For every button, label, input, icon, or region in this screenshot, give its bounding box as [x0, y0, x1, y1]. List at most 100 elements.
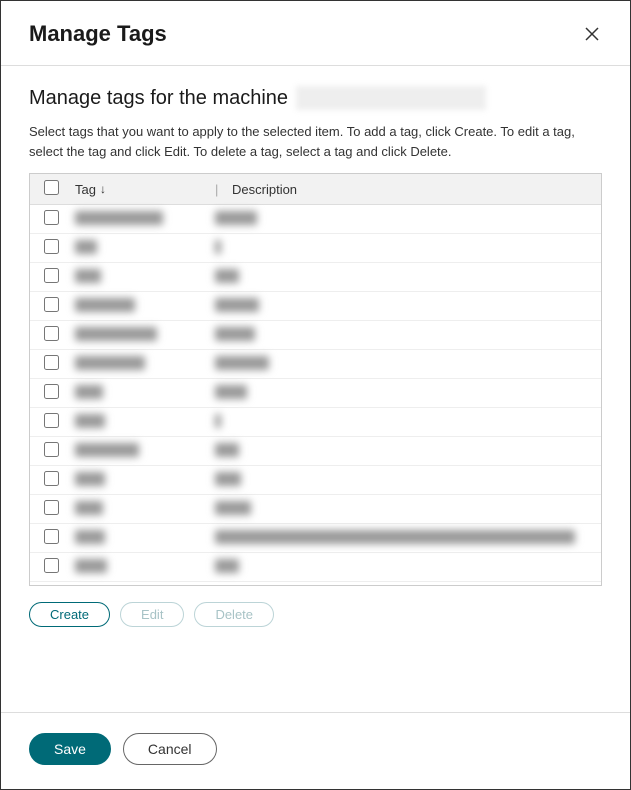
description-value: [215, 530, 575, 544]
table-row[interactable]: [30, 524, 601, 553]
table-row[interactable]: [30, 234, 601, 263]
description-cell: [207, 292, 601, 321]
tag-cell: [67, 205, 207, 234]
table-row[interactable]: [30, 350, 601, 379]
row-checkbox-cell: [30, 524, 67, 553]
tag-value: [75, 501, 103, 515]
table-row[interactable]: [30, 205, 601, 234]
description-cell: [207, 350, 601, 379]
tag-cell: [67, 553, 207, 582]
tag-value: [75, 327, 157, 341]
edit-button[interactable]: Edit: [120, 602, 184, 627]
description-value: [215, 327, 255, 341]
description-cell: [207, 263, 601, 292]
close-icon: [584, 26, 600, 42]
row-checkbox-cell: [30, 263, 67, 292]
dialog-body: Manage tags for the machine Select tags …: [1, 66, 630, 688]
tag-header-label: Tag: [75, 182, 96, 197]
table-row[interactable]: [30, 408, 601, 437]
close-button[interactable]: [582, 24, 602, 44]
description-value: [215, 501, 251, 515]
row-checkbox[interactable]: [44, 529, 59, 544]
description-value: [215, 211, 257, 225]
description-cell: [207, 495, 601, 524]
tag-value: [75, 414, 105, 428]
action-buttons-row: Create Edit Delete: [29, 602, 602, 627]
tag-cell: [67, 263, 207, 292]
row-checkbox[interactable]: [44, 413, 59, 428]
row-checkbox-cell: [30, 234, 67, 263]
table-row[interactable]: [30, 466, 601, 495]
row-checkbox-cell: [30, 350, 67, 379]
description-column-header[interactable]: | Description: [207, 174, 601, 205]
table-row[interactable]: [30, 553, 601, 582]
description-cell: [207, 437, 601, 466]
tag-cell: [67, 437, 207, 466]
tag-value: [75, 443, 139, 457]
row-checkbox-cell: [30, 379, 67, 408]
description-value: [215, 298, 259, 312]
tag-value: [75, 472, 105, 486]
row-checkbox-cell: [30, 553, 67, 582]
table-row[interactable]: [30, 263, 601, 292]
description-value: [215, 472, 241, 486]
table-row[interactable]: [30, 379, 601, 408]
description-value: [215, 414, 221, 428]
machine-name: [296, 86, 486, 110]
row-checkbox[interactable]: [44, 558, 59, 573]
create-button[interactable]: Create: [29, 602, 110, 627]
tag-value: [75, 559, 107, 573]
description-cell: [207, 321, 601, 350]
row-checkbox[interactable]: [44, 268, 59, 283]
tag-cell: [67, 408, 207, 437]
description-cell: [207, 524, 601, 553]
row-checkbox-cell: [30, 495, 67, 524]
row-checkbox[interactable]: [44, 210, 59, 225]
description-cell: [207, 205, 601, 234]
select-all-header: [30, 174, 67, 205]
tag-column-header[interactable]: Tag ↓: [67, 174, 207, 205]
save-button[interactable]: Save: [29, 733, 111, 765]
tags-table-scroll[interactable]: Tag ↓ | Description: [30, 174, 601, 585]
cancel-button[interactable]: Cancel: [123, 733, 217, 765]
row-checkbox[interactable]: [44, 384, 59, 399]
description-value: [215, 269, 239, 283]
description-cell: [207, 234, 601, 263]
tag-value: [75, 240, 97, 254]
row-checkbox-cell: [30, 205, 67, 234]
tag-cell: [67, 379, 207, 408]
row-checkbox[interactable]: [44, 326, 59, 341]
description-cell: [207, 408, 601, 437]
table-row[interactable]: [30, 321, 601, 350]
description-value: [215, 559, 239, 573]
tag-value: [75, 211, 163, 225]
row-checkbox[interactable]: [44, 297, 59, 312]
description-value: [215, 356, 269, 370]
table-row[interactable]: [30, 292, 601, 321]
column-separator: |: [215, 182, 228, 197]
tag-cell: [67, 466, 207, 495]
row-checkbox[interactable]: [44, 355, 59, 370]
tag-cell: [67, 292, 207, 321]
row-checkbox[interactable]: [44, 239, 59, 254]
tag-value: [75, 298, 135, 312]
tag-cell: [67, 524, 207, 553]
row-checkbox-cell: [30, 292, 67, 321]
row-checkbox[interactable]: [44, 442, 59, 457]
tag-cell: [67, 350, 207, 379]
table-body: [30, 205, 601, 582]
description-value: [215, 443, 239, 457]
subtitle-prefix: Manage tags for the machine: [29, 87, 288, 110]
tag-cell: [67, 495, 207, 524]
row-checkbox[interactable]: [44, 471, 59, 486]
table-row[interactable]: [30, 437, 601, 466]
sort-down-icon: ↓: [100, 182, 106, 196]
table-row[interactable]: [30, 495, 601, 524]
delete-button[interactable]: Delete: [194, 602, 274, 627]
description-cell: [207, 379, 601, 408]
dialog-footer: Save Cancel: [1, 713, 630, 789]
select-all-checkbox[interactable]: [44, 180, 59, 195]
dialog-header: Manage Tags: [1, 1, 630, 65]
tag-cell: [67, 234, 207, 263]
row-checkbox[interactable]: [44, 500, 59, 515]
